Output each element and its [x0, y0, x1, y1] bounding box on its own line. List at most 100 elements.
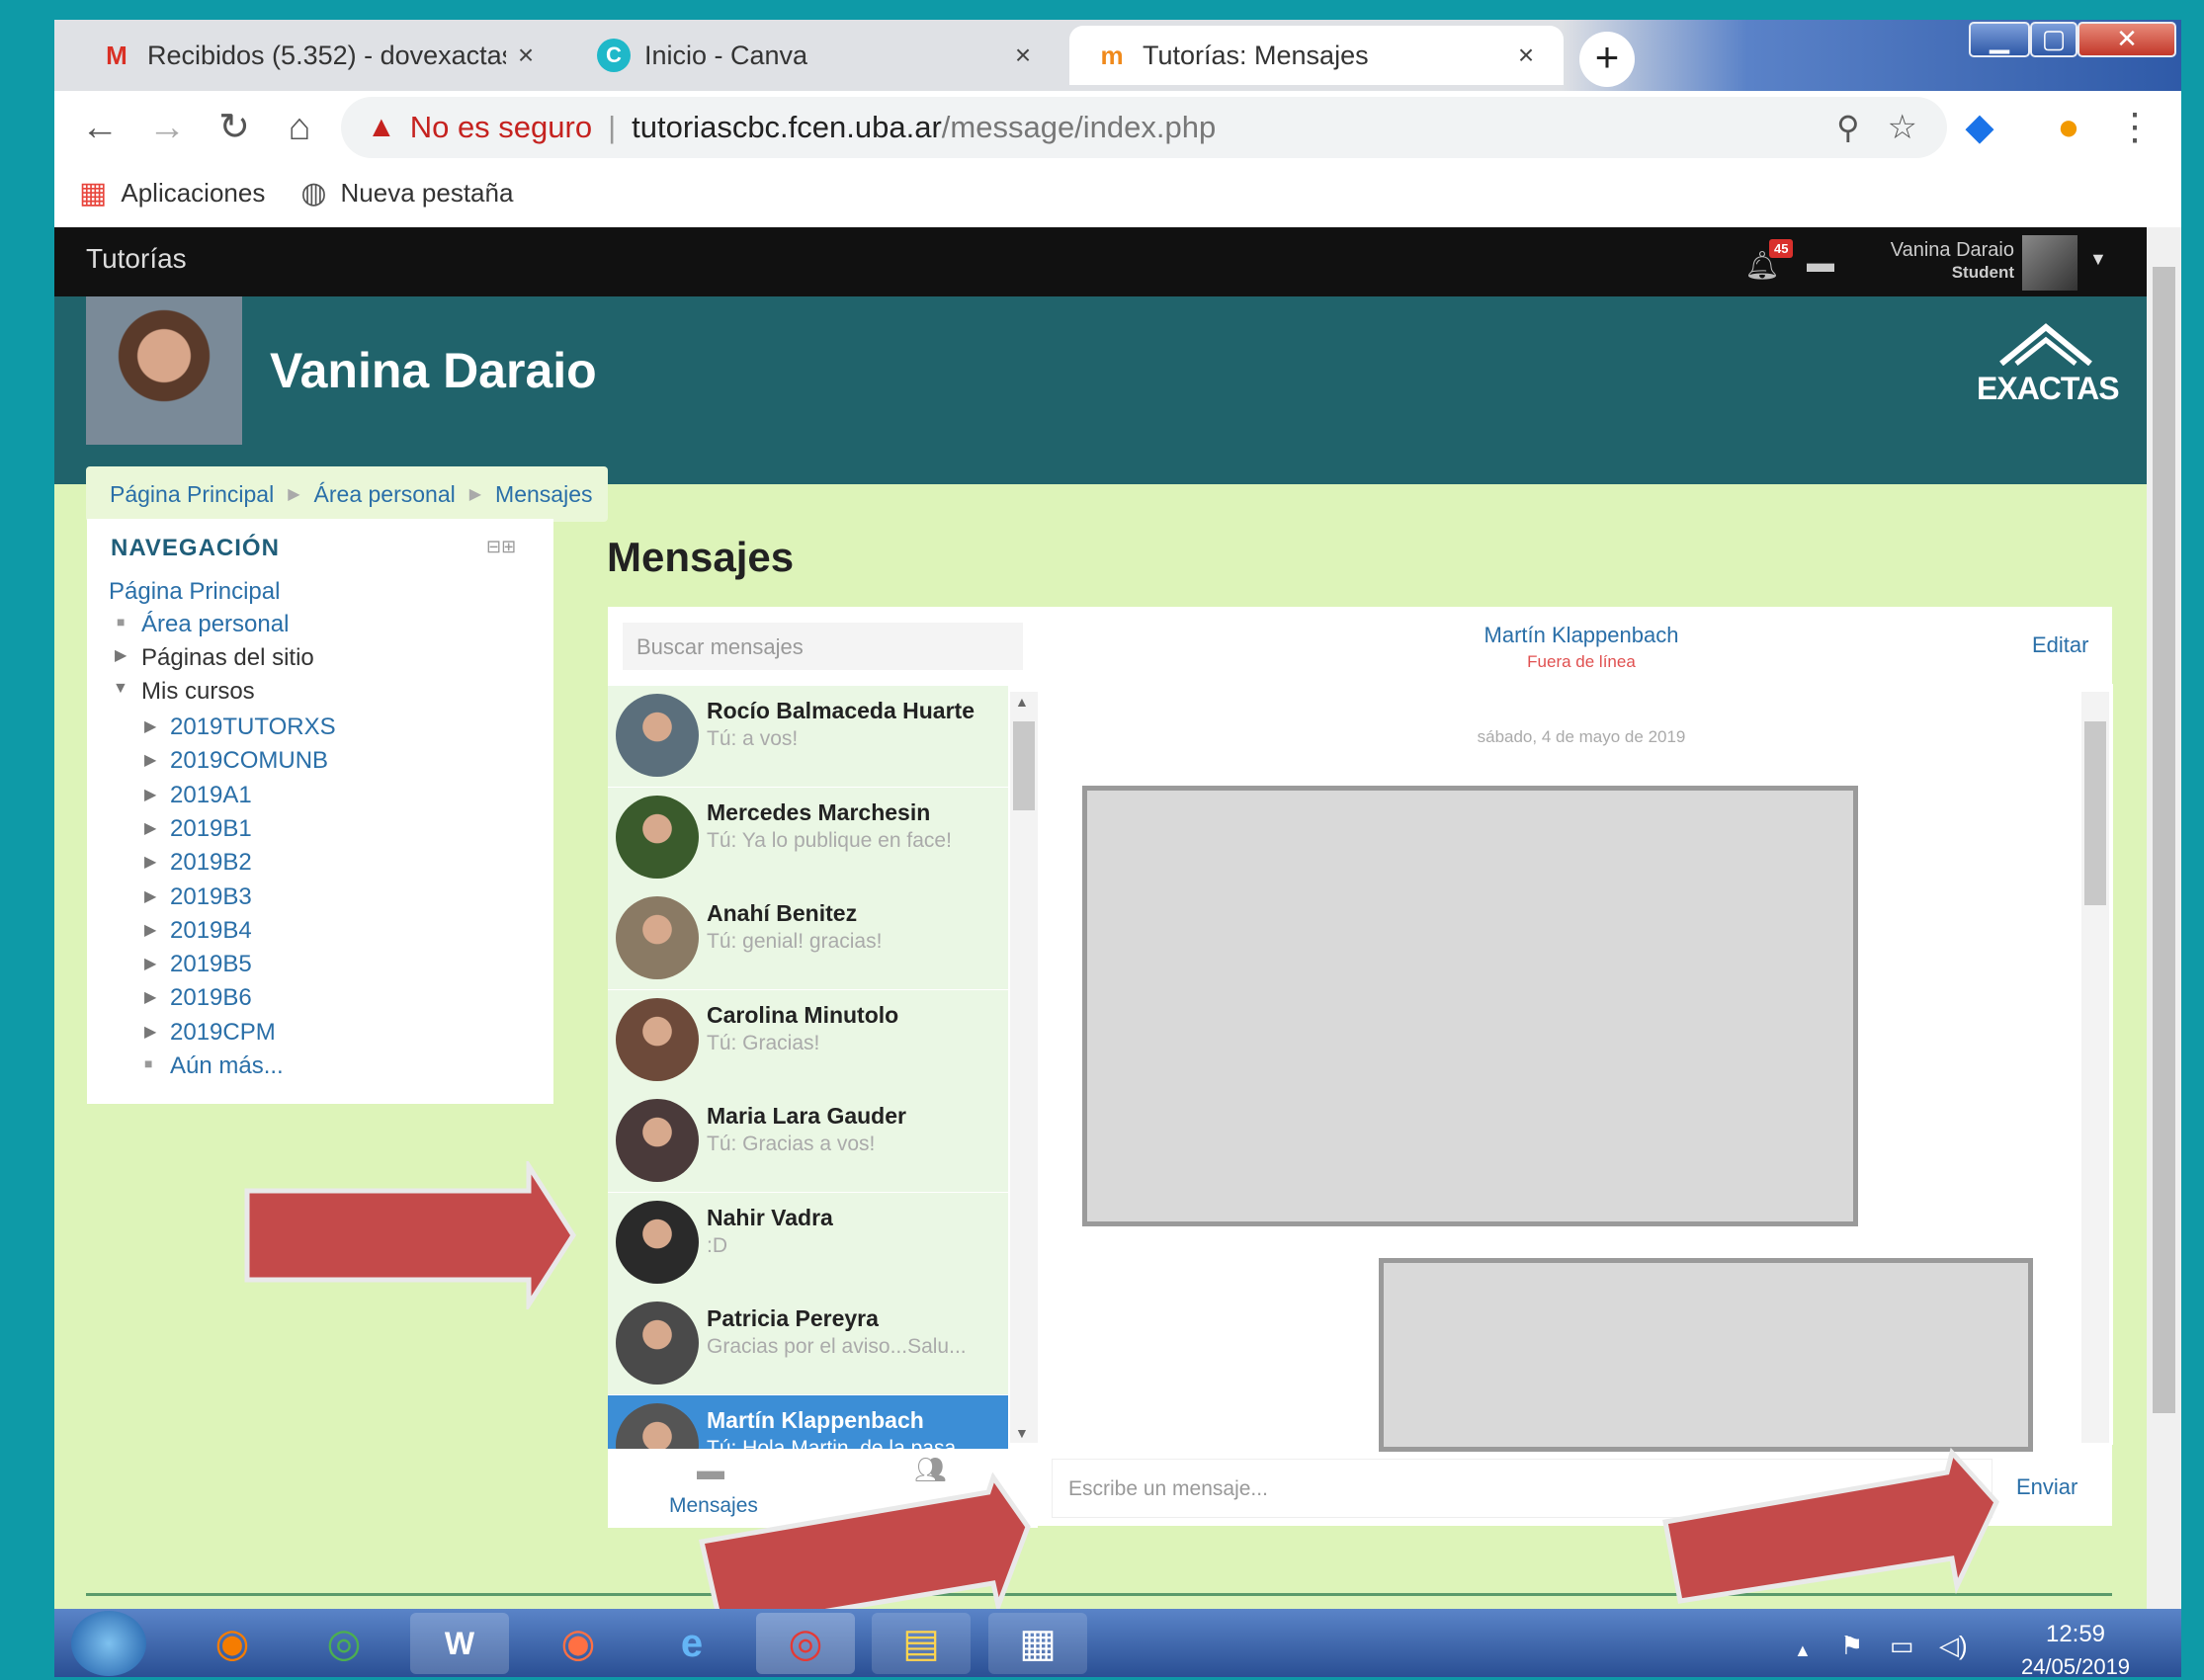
- breadcrumb-home[interactable]: Página Principal: [110, 481, 274, 508]
- nav-course-item[interactable]: 2019CPM: [170, 1019, 276, 1047]
- nav-my-courses[interactable]: Mis cursos: [141, 678, 255, 706]
- page-scrollbar-thumb[interactable]: [2153, 267, 2175, 1413]
- ie-taskbar-icon[interactable]: e: [642, 1613, 741, 1674]
- expand-icon[interactable]: ▶: [144, 886, 156, 906]
- user-menu-caret-icon[interactable]: ▼: [2089, 249, 2107, 270]
- scroll-down-icon[interactable]: ▼: [1015, 1425, 1029, 1441]
- close-tab-icon[interactable]: ×: [506, 40, 546, 71]
- nav-course-item[interactable]: Aún más...: [170, 1052, 284, 1080]
- clock-time[interactable]: 12:59: [2016, 1621, 2135, 1648]
- contact-item[interactable]: Patricia Pereyra Gracias por el aviso...S…: [608, 1294, 1008, 1395]
- nav-course-item[interactable]: 2019B3: [170, 883, 252, 911]
- contact-item[interactable]: Maria Lara Gauder Tú: Gracias a vos!: [608, 1091, 1008, 1193]
- home-icon[interactable]: ⌂: [275, 103, 324, 152]
- expand-icon[interactable]: ▶: [144, 1022, 156, 1042]
- expand-icon[interactable]: ▶: [144, 852, 156, 872]
- maximize-button[interactable]: ▢: [2030, 22, 2077, 57]
- explorer-taskbar-icon[interactable]: ▤: [872, 1613, 971, 1674]
- site-name[interactable]: Tutorías: [86, 243, 187, 275]
- bookmark-new-tab[interactable]: Nueva pestaña: [341, 178, 514, 209]
- forward-icon[interactable]: →: [142, 103, 192, 152]
- nav-personal-area[interactable]: Área personal: [141, 611, 289, 638]
- expand-icon[interactable]: ▶: [115, 645, 127, 665]
- nav-course-item[interactable]: 2019B6: [170, 984, 252, 1012]
- edit-link[interactable]: Editar: [2032, 632, 2088, 658]
- network-icon[interactable]: ▭: [1890, 1631, 1914, 1661]
- expand-icon[interactable]: ▶: [144, 818, 156, 838]
- contact-item[interactable]: Nahir Vadra:D: [608, 1192, 1008, 1295]
- bookmark-star-icon[interactable]: ☆: [1888, 108, 1917, 147]
- contact-item[interactable]: Rocío Balmaceda Huarte Tú: a vos!: [608, 686, 1008, 788]
- firefox-alt-taskbar-icon[interactable]: ◉: [529, 1613, 628, 1674]
- tab-tutorias[interactable]: m Tutorías: Mensajes ×: [1069, 26, 1564, 85]
- contacts-scrollbar-thumb[interactable]: [1013, 721, 1035, 810]
- nav-course-item[interactable]: 2019COMUNB: [170, 747, 328, 775]
- contact-item[interactable]: Martín Klappenbach Tú: Hola Martin, de la…: [608, 1394, 1008, 1449]
- nav-course-item[interactable]: 2019TUTORXS: [170, 714, 336, 741]
- contact-list[interactable]: Rocío Balmaceda Huarte Tú: a vos! Mercedes…: [608, 686, 1008, 1449]
- close-tab-icon[interactable]: ×: [1506, 40, 1546, 71]
- nav-home[interactable]: Página Principal: [109, 578, 280, 606]
- menu-icon[interactable]: ⋮: [2110, 103, 2160, 152]
- new-tab-button[interactable]: +: [1579, 32, 1635, 87]
- location-extension-icon[interactable]: ●: [2044, 103, 2093, 152]
- word-taskbar-icon[interactable]: W: [410, 1613, 509, 1674]
- contact-name: Rocío Balmaceda Huarte: [707, 698, 975, 723]
- action-center-icon[interactable]: ⚑: [1840, 1631, 1863, 1661]
- search-messages-input[interactable]: Buscar mensajes: [623, 623, 1023, 670]
- address-bar[interactable]: ▲ No es seguro | tutoriascbc.fcen.uba.ar…: [341, 97, 1947, 158]
- calculator-taskbar-icon[interactable]: ▦: [988, 1613, 1087, 1674]
- expand-icon[interactable]: ▶: [144, 920, 156, 940]
- conversation-contact-name[interactable]: Martín Klappenbach: [1413, 623, 1749, 648]
- send-button[interactable]: Enviar: [2016, 1474, 2077, 1500]
- collapse-icon[interactable]: ▼: [113, 680, 128, 698]
- page-scrollbar[interactable]: [2147, 227, 2181, 1609]
- zoom-icon[interactable]: ⚲: [1836, 109, 1859, 146]
- start-button[interactable]: [71, 1611, 146, 1676]
- notification-badge: 45: [1769, 239, 1794, 258]
- chrome-active-taskbar-icon[interactable]: ◎: [756, 1613, 855, 1674]
- nav-course-item[interactable]: 2019B2: [170, 849, 252, 877]
- close-window-button[interactable]: ✕: [2077, 22, 2176, 57]
- volume-icon[interactable]: ◁): [1939, 1631, 1968, 1661]
- block-controls-icon[interactable]: ⊟⊞: [486, 537, 516, 557]
- nav-course-item[interactable]: 2019A1: [170, 782, 252, 809]
- expand-icon[interactable]: ▶: [144, 716, 156, 736]
- nav-course-item[interactable]: 2019B5: [170, 951, 252, 978]
- tray-expand-icon[interactable]: ▲: [1794, 1640, 1812, 1661]
- expand-icon[interactable]: ▶: [144, 785, 156, 804]
- nav-course-item[interactable]: 2019B4: [170, 917, 252, 945]
- back-icon[interactable]: ←: [75, 103, 125, 152]
- minimize-button[interactable]: ▁: [1969, 22, 2030, 57]
- breadcrumb-messages[interactable]: Mensajes: [495, 481, 592, 508]
- scroll-up-icon[interactable]: ▲: [1015, 694, 1029, 710]
- breadcrumb-personal-area[interactable]: Área personal: [314, 481, 456, 508]
- conversation-scrollbar-thumb[interactable]: [2084, 721, 2106, 905]
- tab-gmail[interactable]: M Recibidos (5.352) - dovexactas@ ×: [74, 26, 563, 85]
- firefox-taskbar-icon[interactable]: ◉: [183, 1613, 282, 1674]
- warning-icon: ▲: [367, 111, 396, 143]
- contact-item[interactable]: Mercedes Marchesin Tú: Ya lo publique en …: [608, 787, 1008, 889]
- globe-icon: ◍: [300, 176, 327, 210]
- nav-course-item[interactable]: 2019B1: [170, 815, 252, 843]
- clock-date[interactable]: 24/05/2019: [2001, 1654, 2150, 1680]
- expand-icon[interactable]: ▶: [144, 987, 156, 1007]
- close-tab-icon[interactable]: ×: [1003, 40, 1043, 71]
- expand-icon[interactable]: ▶: [144, 954, 156, 973]
- contact-item[interactable]: Carolina Minutolo Tú: Gracias!: [608, 989, 1008, 1092]
- conversation-scrollbar[interactable]: [2081, 692, 2109, 1443]
- nav-site-pages[interactable]: Páginas del sitio: [141, 644, 314, 672]
- contact-item[interactable]: Anahí Benitez Tú: genial! gracias!: [608, 888, 1008, 990]
- contact-preview: Tú: Gracias a vos!: [707, 1133, 876, 1155]
- contacts-scrollbar[interactable]: ▲ ▼: [1010, 692, 1038, 1443]
- expand-icon[interactable]: ▶: [144, 750, 156, 770]
- bookmark-apps[interactable]: Aplicaciones: [121, 178, 265, 209]
- extension-icon[interactable]: ◆: [1955, 103, 2004, 152]
- tab-canva[interactable]: C Inicio - Canva ×: [571, 26, 1060, 85]
- chrome-taskbar-icon[interactable]: ◎: [295, 1613, 393, 1674]
- user-avatar[interactable]: [2022, 235, 2077, 291]
- chat-icon[interactable]: ▬: [1807, 247, 1834, 279]
- user-name[interactable]: Vanina Daraio: [1868, 239, 2014, 262]
- contact-preview: Tú: Gracias!: [707, 1031, 820, 1054]
- reload-icon[interactable]: ↻: [210, 103, 259, 152]
